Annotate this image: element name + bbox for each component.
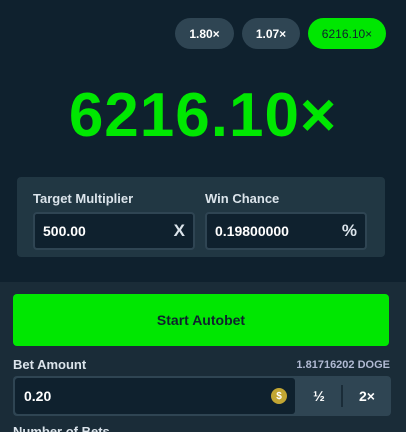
number-of-bets-label: Number of Bets [13, 424, 110, 432]
doge-coin-icon: $ [271, 388, 287, 404]
double-bet-button[interactable]: 2× [345, 378, 389, 414]
target-multiplier-input[interactable]: 500.00 X [33, 212, 195, 250]
history-pill[interactable]: 1.07× [242, 18, 300, 49]
bet-amount-row: 0.20 $ ½ 2× [13, 376, 391, 416]
half-bet-button[interactable]: ½ [299, 378, 339, 414]
win-chance-input[interactable]: 0.19800000 % [205, 212, 367, 250]
win-chance-value[interactable]: 0.19800000 [215, 223, 289, 239]
bet-amount-label: Bet Amount [13, 357, 87, 372]
target-multiplier-value[interactable]: 500.00 [43, 223, 86, 239]
multiplier-x-icon: X [173, 221, 185, 240]
percent-icon: % [341, 221, 357, 240]
history-pill-latest[interactable]: 6216.10× [308, 18, 386, 49]
start-autobet-button[interactable]: Start Autobet [13, 294, 389, 346]
win-chance-label: Win Chance [205, 191, 280, 206]
bet-amount-input[interactable]: 0.20 $ [15, 378, 295, 414]
history-pill[interactable]: 1.80× [175, 18, 234, 49]
calculator-panel: Target Multiplier 500.00 X Win Chance 0.… [17, 177, 385, 257]
bet-amount-value[interactable]: 0.20 [24, 388, 51, 404]
result-history: 1.80× 1.07× 6216.10× [175, 18, 386, 49]
bet-balance: 1.81716202 DOGE [296, 359, 390, 371]
target-multiplier-label: Target Multiplier [33, 191, 134, 206]
result-multiplier: 6216.10× [68, 81, 338, 150]
bet-button-divider [341, 385, 343, 407]
